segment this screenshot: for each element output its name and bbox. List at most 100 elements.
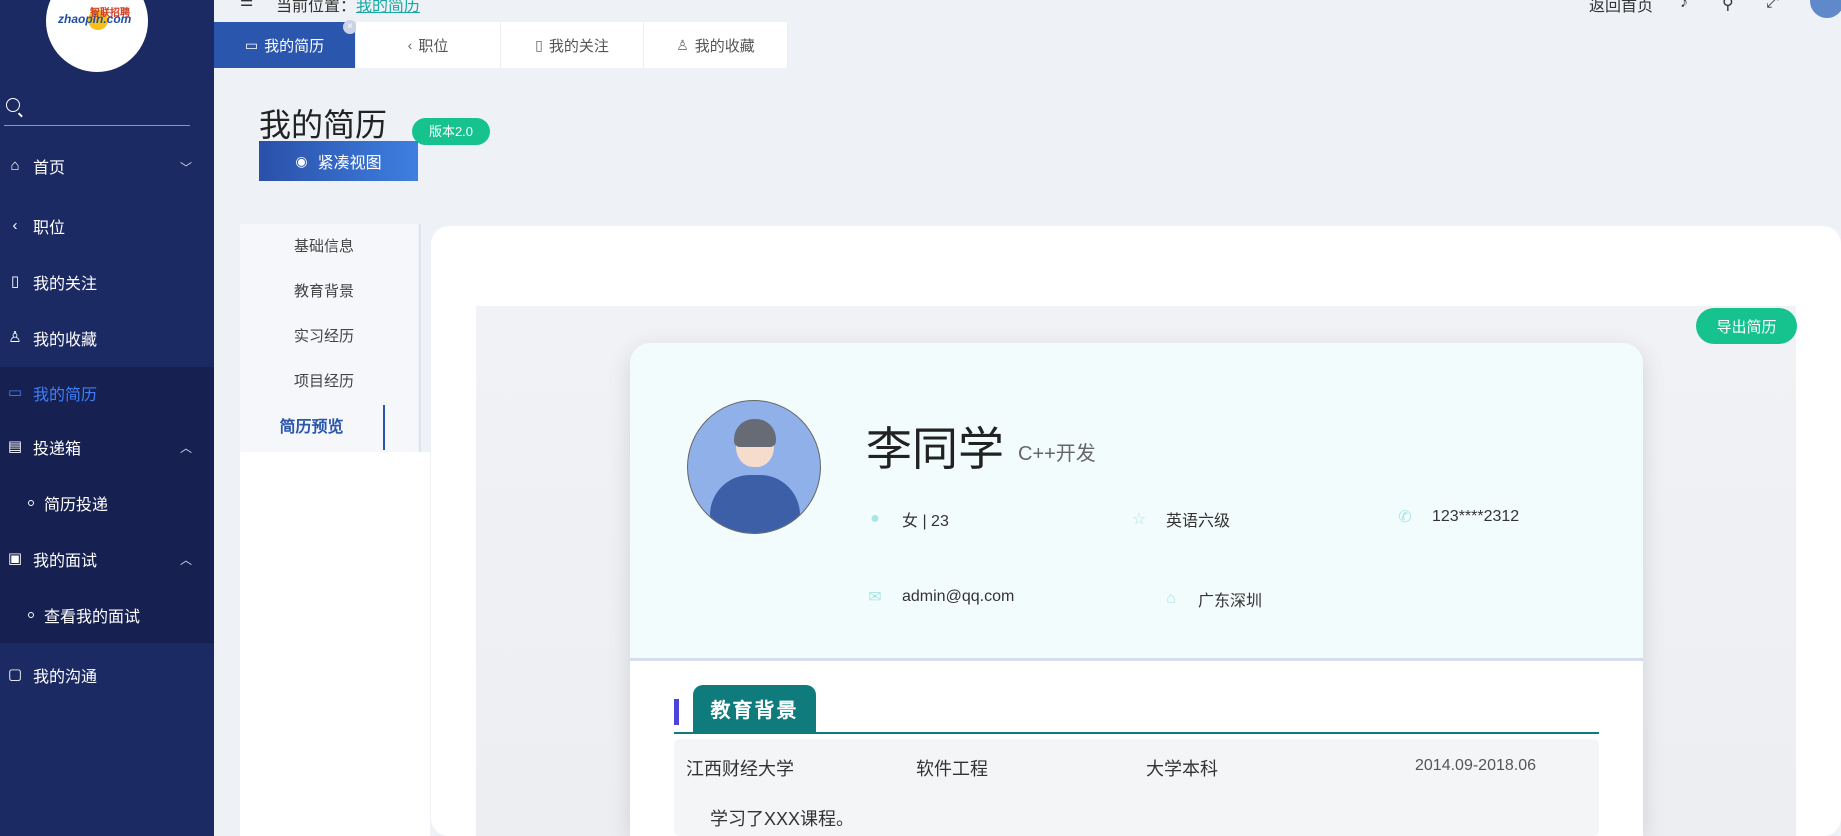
sidebar-item-label: 职位 [33, 220, 66, 237]
step-basic-info[interactable]: 基础信息 [240, 224, 418, 269]
education-row: 江西财经大学 软件工程 大学本科 2014.09-2018.06 学习了XXX课… [674, 739, 1599, 836]
resume-card: 李同学 C++开发 ● 女 | 23 ☆ 英语六级 ✆ 123****2312 … [630, 343, 1643, 836]
home-icon: ⌂ [10, 157, 20, 174]
avatar-body [710, 475, 800, 533]
section-title-education: 教育背景 [693, 685, 816, 733]
version-badge: 版本2.0 [412, 118, 490, 145]
bullet-icon [28, 612, 34, 618]
sidebar-item-label: 我的收藏 [33, 332, 98, 349]
star-icon: ☆ [1131, 511, 1147, 528]
sidebar-item-jobs[interactable]: ‹ 职位 [0, 199, 214, 253]
briefcase-icon: ▣ [7, 550, 23, 567]
export-resume-button[interactable]: 导出简历 [1696, 308, 1797, 344]
sidebar-item-favorites[interactable]: ♙ 我的收藏 [0, 311, 214, 365]
resume-body: 教育背景 江西财经大学 软件工程 大学本科 2014.09-2018.06 学习… [630, 661, 1643, 836]
info-gender-age-text: 女 | 23 [902, 513, 949, 530]
sidebar-item-follows[interactable]: ▯ 我的关注 [0, 255, 214, 309]
info-english-text: 英语六级 [1166, 513, 1231, 530]
compact-view-button[interactable]: ◉ 紧凑视图 [259, 141, 418, 181]
mouse-icon: ▯ [535, 36, 543, 53]
sidebar-item-label: 我的关注 [33, 276, 98, 293]
info-email-text: admin@qq.com [902, 588, 1015, 605]
inbox-icon: ▤ [7, 438, 23, 455]
close-icon[interactable]: × [343, 20, 357, 34]
steps-rail [419, 224, 421, 452]
info-location: ⌂ 广东深圳 [1162, 587, 1262, 611]
info-email: ✉ admin@qq.com [866, 587, 1014, 607]
tab-bar: ▭ 我的简历 × ‹ 职位 ▯ 我的关注 ♙ 我的收藏 [214, 20, 788, 68]
sidebar-item-label: 投递箱 [33, 441, 82, 458]
logo: 智联招聘 zhaopin.com [46, 0, 148, 72]
page-title: 我的简历 [259, 107, 388, 143]
tab-my-resume[interactable]: ▭ 我的简历 × [214, 20, 357, 68]
folder-icon: ▭ [7, 384, 23, 401]
sidebar-item-label: 我的简历 [33, 387, 98, 404]
tab-label: 我的收藏 [694, 37, 755, 55]
tab-follows[interactable]: ▯ 我的关注 [501, 22, 644, 68]
step-projects[interactable]: 项目经历 [240, 359, 418, 404]
search-icon[interactable]: ⚲ [1722, 0, 1734, 14]
sidebar-item-resume[interactable]: ▭ 我的简历 [0, 367, 214, 419]
sidebar-item-resume-submit[interactable]: 简历投递 [0, 475, 214, 531]
info-english: ☆ 英语六级 [1130, 507, 1230, 531]
sidebar-item-interviews[interactable]: ▣ 我的面试 ︿ [0, 531, 214, 587]
section-underline [674, 732, 1599, 734]
chevron-down-icon: ﹀ [179, 161, 192, 175]
info-location-text: 广东深圳 [1198, 593, 1263, 610]
fullscreen-icon[interactable]: ⤢ [1766, 0, 1779, 12]
topbar: ☰ 当前位置：我的简历 返回首页 ♪ ⚲ ⤢ [214, 0, 1841, 20]
step-internship[interactable]: 实习经历 [240, 314, 418, 359]
info-phone: ✆ 123****2312 [1396, 507, 1519, 527]
info-gender-age: ● 女 | 23 [866, 507, 949, 531]
left-panel [240, 452, 430, 836]
sidebar-item-label: 我的沟通 [33, 669, 98, 686]
phone-icon: ✆ [1398, 509, 1412, 526]
avatar-hair [734, 419, 776, 447]
sidebar-item-home[interactable]: ⌂ 首页 ﹀ [0, 139, 214, 193]
tab-label: 我的简历 [264, 37, 325, 55]
search-icon[interactable] [6, 98, 20, 112]
search-input[interactable] [28, 94, 188, 124]
edu-major: 软件工程 [916, 759, 988, 779]
edu-period: 2014.09-2018.06 [1415, 757, 1536, 774]
person-icon: ● [870, 510, 880, 527]
sidebar-item-view-interviews[interactable]: 查看我的面试 [0, 587, 214, 643]
bullet-icon [28, 500, 34, 506]
breadcrumb-prefix: 当前位置： [276, 0, 357, 15]
resume-role: C++开发 [1018, 443, 1096, 465]
resume-name: 李同学 [866, 423, 1004, 475]
back-home-link[interactable]: 返回首页 [1589, 0, 1653, 16]
sidebar-search [4, 94, 190, 126]
chevron-left-icon: ‹ [407, 37, 413, 53]
sidebar-item-label: 查看我的面试 [44, 609, 141, 626]
mouse-icon: ▯ [10, 273, 20, 290]
user-icon: ♙ [8, 329, 22, 346]
resume-avatar [687, 400, 821, 534]
chevron-up-icon: ︿ [179, 553, 192, 567]
logo-text: zhaopin.com [58, 12, 132, 26]
info-phone-text: 123****2312 [1432, 508, 1520, 525]
sidebar-item-outbox[interactable]: ▤ 投递箱 ︿ [0, 419, 214, 475]
sidebar: 智联招聘 zhaopin.com ⌂ 首页 ﹀ ‹ 职位 ▯ 我的关注 ♙ 我的… [0, 0, 214, 836]
home-icon: ⌂ [1166, 590, 1176, 607]
breadcrumb-link[interactable]: 我的简历 [356, 0, 420, 15]
chat-icon: ▢ [7, 666, 23, 683]
tab-label: 职位 [418, 37, 449, 55]
section-accent-bar [674, 699, 679, 725]
user-icon: ♙ [676, 36, 689, 53]
menu-icon[interactable]: ☰ [240, 0, 253, 10]
mail-icon: ✉ [868, 589, 882, 606]
avatar[interactable] [1810, 0, 1841, 18]
sidebar-item-label: 简历投递 [44, 497, 109, 514]
compact-view-label: 紧凑视图 [317, 155, 382, 172]
breadcrumb: 当前位置：我的简历 [276, 0, 420, 16]
step-preview[interactable]: 简历预览 [240, 405, 385, 450]
bell-icon[interactable]: ♪ [1680, 0, 1688, 12]
edu-description: 学习了XXX课程。 [710, 809, 855, 829]
edu-school: 江西财经大学 [686, 759, 794, 779]
edu-degree: 大学本科 [1146, 759, 1218, 779]
step-education[interactable]: 教育背景 [240, 269, 418, 314]
tab-favorites[interactable]: ♙ 我的收藏 [644, 22, 788, 68]
tab-jobs[interactable]: ‹ 职位 [356, 22, 501, 68]
sidebar-item-chat[interactable]: ▢ 我的沟通 [0, 648, 214, 702]
